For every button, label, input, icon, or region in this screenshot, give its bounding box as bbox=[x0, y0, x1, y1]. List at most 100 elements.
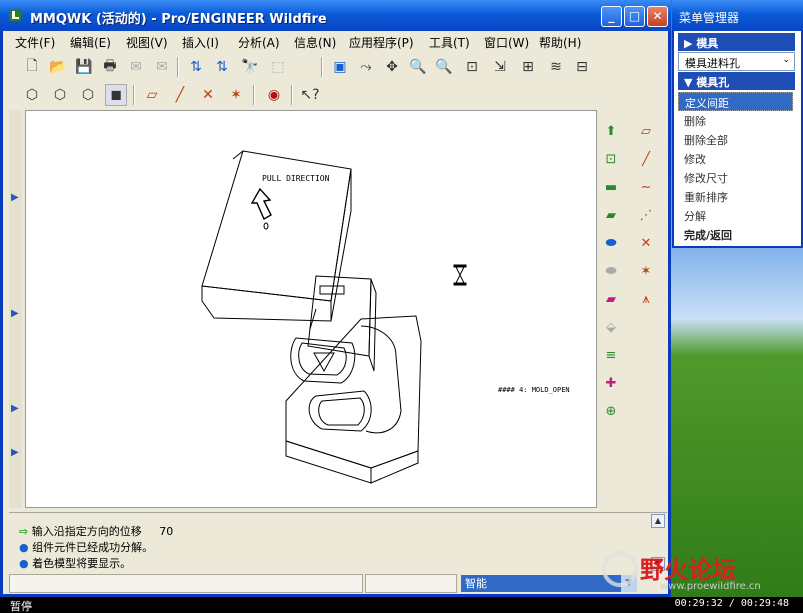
mold-feature-toolbar: ⬆ ⊡ ▬ ▰ ⬬ ⬬ ▰ ⬙ ≡ ✚ ⊕ ▱ ╱ ∼ ⋰ ✕ ✶ ⩚ bbox=[597, 110, 667, 435]
extract-icon[interactable]: ⬙ bbox=[600, 316, 622, 338]
datum-point-icon[interactable]: ✕ bbox=[635, 232, 657, 254]
analysis-feature-icon[interactable]: ⩚ bbox=[635, 288, 657, 310]
watermark-logo-icon bbox=[602, 551, 638, 587]
datum-axis-toggle-icon[interactable]: ╱ bbox=[169, 84, 191, 106]
menu-item-modify[interactable]: 修改 bbox=[678, 149, 793, 168]
close-button[interactable]: ✕ bbox=[647, 6, 668, 27]
datum-axis-icon[interactable]: ╱ bbox=[635, 148, 657, 170]
new-file-icon[interactable]: 🗋 bbox=[21, 56, 43, 78]
spin-center-icon[interactable]: ⤳ bbox=[355, 56, 377, 78]
selection-box-icon[interactable]: ⬚ bbox=[267, 56, 289, 78]
coordinate-system-icon[interactable]: ✶ bbox=[635, 260, 657, 282]
repaint-icon[interactable]: ▣ bbox=[329, 56, 351, 78]
status-cell bbox=[365, 574, 457, 593]
toolbar-separator bbox=[177, 57, 179, 77]
minimize-button[interactable]: _ bbox=[601, 6, 622, 27]
menu-window[interactable]: 窗口(W) bbox=[484, 34, 529, 51]
toolbar-separator bbox=[133, 85, 135, 105]
menu-help[interactable]: 帮助(H) bbox=[539, 34, 581, 51]
open-folder-icon[interactable]: 📂 bbox=[47, 56, 69, 78]
forum-watermark: 野火论坛 www.proewildfire.cn bbox=[600, 545, 800, 597]
mold-open-icon[interactable]: ✚ bbox=[600, 372, 622, 394]
refit-icon[interactable]: ⊡ bbox=[461, 56, 483, 78]
status-state: 暂停 bbox=[10, 600, 32, 613]
datum-plane-toggle-icon[interactable]: ▱ bbox=[141, 84, 163, 106]
reorient-icon[interactable]: ⇲ bbox=[489, 56, 511, 78]
datum-plane-icon[interactable]: ▱ bbox=[635, 120, 657, 142]
pull-direction-label: PULL DIRECTION bbox=[262, 174, 330, 183]
menu-item-delete-all[interactable]: 删除全部 bbox=[678, 130, 793, 149]
toolbar-display: ⬡ ⬡ ⬡ ◼ ▱ ╱ ✕ ✶ ◉ ↖? bbox=[9, 82, 339, 110]
volume-split-icon[interactable]: ▰ bbox=[600, 288, 622, 310]
menu-file[interactable]: 文件(F) bbox=[15, 34, 55, 51]
datum-curve-icon[interactable]: ∼ bbox=[635, 176, 657, 198]
graphics-window[interactable]: PULL DIRECTION #### 4: MOLD_OPEN bbox=[25, 110, 597, 508]
context-help-icon[interactable]: ↖? bbox=[299, 84, 321, 106]
menu-tools[interactable]: 工具(T) bbox=[429, 34, 470, 51]
menu-info[interactable]: 信息(N) bbox=[294, 34, 336, 51]
spin-center-toggle-icon[interactable]: ◉ bbox=[263, 84, 285, 106]
no-hidden-icon[interactable]: ⬡ bbox=[77, 84, 99, 106]
menu-item-define-spacing[interactable]: 定义间距 bbox=[678, 92, 793, 111]
hidden-line-icon[interactable]: ⬡ bbox=[49, 84, 71, 106]
saved-views-icon[interactable]: ⊞ bbox=[517, 56, 539, 78]
menu-item-explode[interactable]: 分解 bbox=[678, 206, 793, 225]
wireframe-icon[interactable]: ⬡ bbox=[21, 84, 43, 106]
scroll-up-button[interactable]: ▲ bbox=[651, 514, 665, 528]
mold-open-label: #### 4: MOLD_OPEN bbox=[498, 386, 570, 394]
parting-surface-icon[interactable]: ⬬ bbox=[600, 232, 622, 254]
view-manager-icon[interactable]: ⊟ bbox=[571, 56, 593, 78]
menu-item-modify-dims[interactable]: 修改尺寸 bbox=[678, 168, 793, 187]
zoom-in-icon[interactable]: 🔍 bbox=[407, 56, 429, 78]
coord-sys-toggle-icon[interactable]: ✶ bbox=[225, 84, 247, 106]
menu-view[interactable]: 视图(V) bbox=[126, 34, 168, 51]
menu-insert[interactable]: 插入(I) bbox=[182, 34, 219, 51]
menu-edit[interactable]: 编辑(E) bbox=[70, 34, 111, 51]
menu-analysis[interactable]: 分析(A) bbox=[238, 34, 280, 51]
regen-manager-icon[interactable]: ⇅ bbox=[211, 56, 233, 78]
split-surface-icon[interactable]: ⬬ bbox=[600, 260, 622, 282]
message-area: ⇨ 输入沿指定方向的位移 70 ● 组件元件已经成功分解。 ● 着色模型将要显示… bbox=[9, 512, 667, 572]
expand-arrow-icon[interactable]: ▶ bbox=[11, 308, 19, 319]
datum-point-sketch-icon[interactable]: ⋰ bbox=[635, 204, 657, 226]
mold-feature-dropdown[interactable]: 模具进料孔 ⌄ bbox=[678, 52, 795, 71]
layers-icon[interactable]: ≋ bbox=[545, 56, 567, 78]
info-bullet-icon: ● bbox=[19, 557, 29, 570]
runner-icon[interactable]: ▰ bbox=[600, 204, 622, 226]
status-time: 00:29:32 / 00:29:48 bbox=[674, 598, 789, 609]
menu-item-delete[interactable]: 删除 bbox=[678, 111, 793, 130]
title-bar[interactable]: MMQWK (活动的) - Pro/ENGINEER Wildfire _ □ … bbox=[0, 0, 671, 31]
menu-bar: 文件(F) 编辑(E) 视图(V) 插入(I) 分析(A) 信息(N) 应用程序… bbox=[3, 31, 668, 51]
shading-icon[interactable]: ◼ bbox=[105, 84, 127, 106]
expand-arrow-icon[interactable]: ▶ bbox=[11, 192, 19, 203]
toolbar-separator bbox=[291, 85, 293, 105]
mold-simulation-icon[interactable]: ⊕ bbox=[600, 400, 622, 422]
orient-mode-icon[interactable]: ✥ bbox=[381, 56, 403, 78]
email-icon[interactable]: ✉ bbox=[125, 56, 147, 78]
menu-item-reorder[interactable]: 重新排序 bbox=[678, 187, 793, 206]
workpiece-icon[interactable]: ▬ bbox=[600, 176, 622, 198]
watermark-url: www.proewildfire.cn bbox=[660, 581, 761, 592]
mold-component-icon[interactable]: ≡ bbox=[600, 344, 622, 366]
status-cell bbox=[9, 574, 363, 593]
shrinkage-icon[interactable]: ⊡ bbox=[600, 148, 622, 170]
menu-section-mold[interactable]: ▶ 模具 bbox=[678, 33, 795, 51]
expand-arrow-icon[interactable]: ▶ bbox=[11, 403, 19, 414]
maximize-button[interactable]: □ bbox=[624, 6, 645, 27]
menu-applications[interactable]: 应用程序(P) bbox=[349, 34, 414, 51]
window-title: MMQWK (活动的) - Pro/ENGINEER Wildfire bbox=[30, 12, 327, 27]
expand-arrow-icon[interactable]: ▶ bbox=[11, 447, 19, 458]
left-gutter: ▶ ▶ ▶ ▶ bbox=[9, 110, 22, 508]
save-icon[interactable]: 💾 bbox=[73, 56, 95, 78]
datum-point-toggle-icon[interactable]: ✕ bbox=[197, 84, 219, 106]
email-link-icon[interactable]: ✉ bbox=[151, 56, 173, 78]
regenerate-icon[interactable]: ⇅ bbox=[185, 56, 207, 78]
find-icon[interactable]: 🔭 bbox=[239, 56, 261, 78]
toolbar-standard: 🗋 📂 💾 🖶 ✉ ✉ ⇅ ⇅ 🔭 ⬚ ▣ ⤳ ✥ 🔍 🔍 ⊡ ⇲ ⊞ ≋ ⊟ bbox=[9, 54, 609, 82]
menu-item-done-return[interactable]: 完成/返回 bbox=[678, 225, 793, 244]
menu-section-mold-hole[interactable]: ▼ 模具孔 bbox=[678, 72, 795, 90]
zoom-out-icon[interactable]: 🔍 bbox=[433, 56, 455, 78]
assembly-icon[interactable]: ⬆ bbox=[600, 120, 622, 142]
filter-value: 智能 bbox=[465, 577, 487, 590]
print-icon[interactable]: 🖶 bbox=[99, 56, 121, 78]
